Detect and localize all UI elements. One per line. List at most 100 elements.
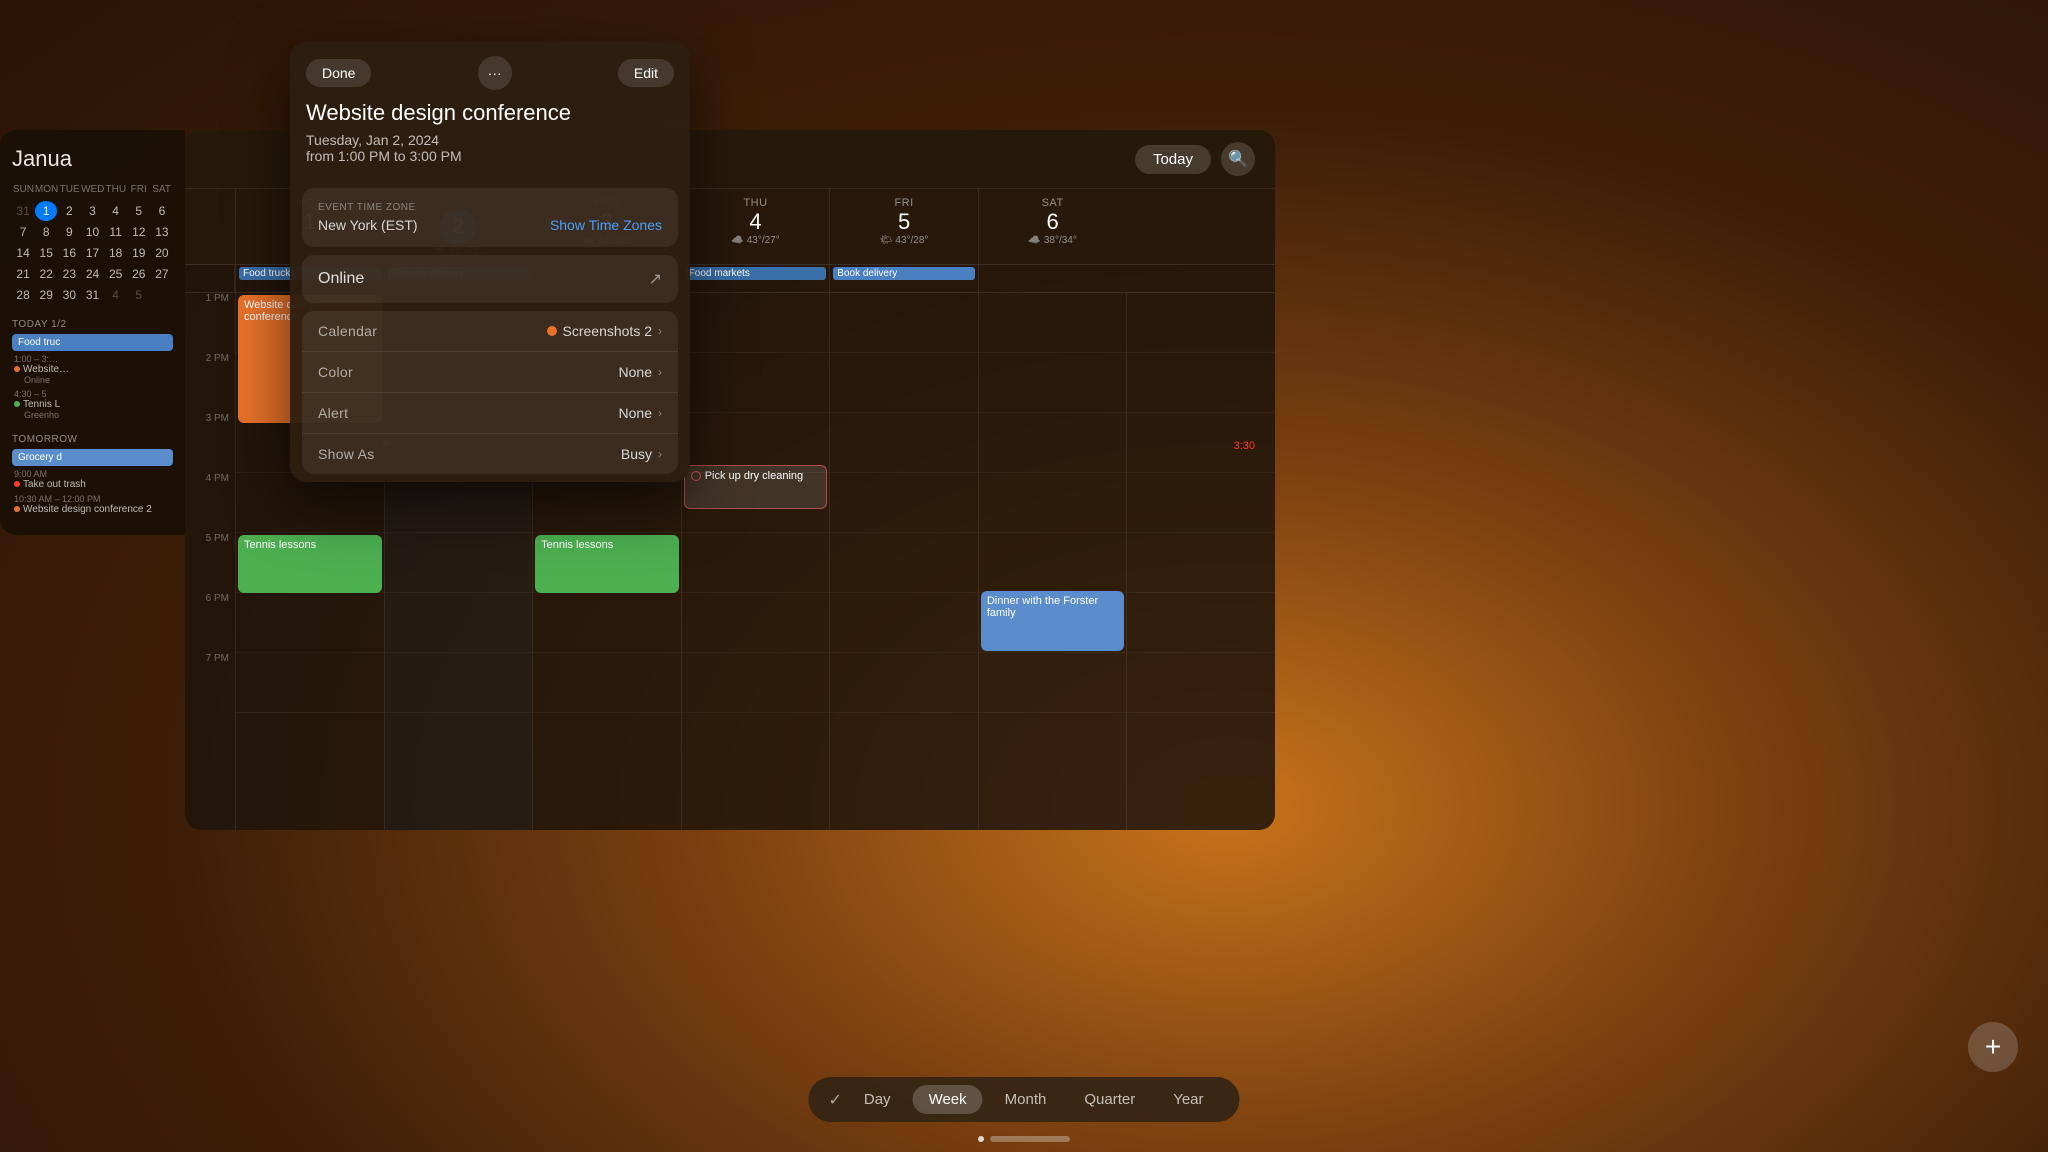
popup-calendar-value: Screenshots 2 › [547, 323, 663, 339]
allday-label [185, 265, 235, 292]
weather-thu: ☁️ 43°/27° [688, 235, 824, 246]
popup-color-row[interactable]: Color None › [302, 352, 678, 393]
mini-cal-day[interactable]: 8 [35, 222, 57, 242]
popup-alert-label: Alert [318, 405, 348, 421]
mini-cal-day[interactable]: 26 [128, 264, 150, 284]
dow-mon: MON [35, 182, 58, 197]
allday-cell-thu: Food markets [681, 265, 830, 292]
mini-cal-day[interactable]: 10 [81, 222, 103, 242]
mini-cal-day[interactable]: 4 [105, 285, 127, 305]
event-dinner-forster[interactable]: Dinner with the Forster family [981, 591, 1125, 651]
popup-edit-button[interactable]: Edit [618, 59, 674, 87]
popup-location-text: Online [318, 270, 364, 288]
chevron-right-icon: › [658, 365, 662, 379]
mini-cal-day[interactable]: 5 [128, 201, 150, 221]
view-day-button[interactable]: Day [848, 1085, 907, 1114]
popup-color-label: Color [318, 364, 353, 380]
day-header-fri[interactable]: FRI 5 🌤 43°/28° [829, 189, 978, 264]
mini-cal-day-today[interactable]: 1 [35, 201, 57, 221]
sidebar-event-website[interactable]: 1:00 – 3:… Website… Online [12, 354, 173, 385]
event-tennis-mon[interactable]: Tennis lessons [238, 535, 382, 593]
chevron-right-icon: › [658, 447, 662, 461]
event-dry-cleaning[interactable]: Pick up dry cleaning [684, 465, 828, 509]
event-time: 4:30 – 5 [14, 389, 173, 399]
current-time-label: 3:30 [1234, 440, 1255, 452]
chevron-right-icon: › [658, 324, 662, 338]
event-title: Tennis lessons [541, 539, 673, 551]
mini-cal-day[interactable]: 12 [128, 222, 150, 242]
day-name-thu: THU [688, 197, 824, 209]
sidebar-event-conference2[interactable]: 10:30 AM – 12:00 PM Website design confe… [12, 494, 173, 515]
scroll-dot-active [978, 1136, 984, 1142]
search-button[interactable]: 🔍 [1221, 142, 1255, 176]
day-header-sat[interactable]: SAT 6 ☁️ 38°/34° [978, 189, 1127, 264]
check-icon: ✓ [828, 1090, 841, 1110]
add-event-button[interactable]: + [1968, 1022, 2018, 1072]
weather-sat: ☁️ 38°/34° [985, 235, 1121, 246]
popup-show-as-text: Busy [621, 446, 652, 462]
popup-location-section[interactable]: Online ↗ [302, 255, 678, 303]
sidebar-event-trash[interactable]: 9:00 AM Take out trash [12, 469, 173, 490]
today-label: TODAY 1/2 [12, 319, 173, 330]
mini-cal-day[interactable]: 31 [12, 201, 34, 221]
popup-tz-label-small: EVENT TIME ZONE [318, 202, 662, 213]
mini-cal-day[interactable]: 22 [35, 264, 57, 284]
mini-cal-day[interactable]: 19 [128, 243, 150, 263]
popup-more-button[interactable]: ··· [478, 56, 512, 90]
popup-done-button[interactable]: Done [306, 59, 371, 87]
mini-cal-day[interactable]: 25 [105, 264, 127, 284]
mini-cal-day[interactable]: 6 [151, 201, 173, 221]
popup-event-title: Website design conference [290, 100, 690, 132]
mini-cal-day[interactable]: 23 [58, 264, 80, 284]
mini-cal-day[interactable]: 9 [58, 222, 80, 242]
mini-cal-day[interactable]: 30 [58, 285, 80, 305]
popup-location-arrow-icon: ↗ [649, 269, 662, 289]
sidebar-event-grocery[interactable]: Grocery d [12, 449, 173, 466]
view-quarter-button[interactable]: Quarter [1068, 1085, 1151, 1114]
today-button[interactable]: Today [1135, 145, 1211, 174]
event-tennis-wed[interactable]: Tennis lessons [535, 535, 679, 593]
view-month-button[interactable]: Month [989, 1085, 1063, 1114]
mini-cal-day[interactable]: 20 [151, 243, 173, 263]
allday-food-markets[interactable]: Food markets [685, 267, 827, 280]
dow-wed: WED [81, 182, 104, 197]
mini-cal-day[interactable]: 18 [105, 243, 127, 263]
dow-tue: TUE [58, 182, 81, 197]
mini-cal-day[interactable]: 5 [128, 285, 150, 305]
event-title: Tennis lessons [244, 539, 376, 551]
mini-cal-day[interactable]: 7 [12, 222, 34, 242]
day-header-thu[interactable]: THU 4 ☁️ 43°/27° [681, 189, 830, 264]
mini-cal-day[interactable]: 11 [105, 222, 127, 242]
view-week-button[interactable]: Week [913, 1085, 983, 1114]
mini-cal-day[interactable]: 31 [81, 285, 103, 305]
time-line [236, 593, 384, 653]
mini-cal-day[interactable]: 17 [81, 243, 103, 263]
event-title: Take out trash [14, 479, 173, 490]
mini-cal-day[interactable]: 15 [35, 243, 57, 263]
sidebar: Janua SUN MON TUE WED THU FRI SAT 31 1 2… [0, 130, 185, 535]
sidebar-event-food-trucks[interactable]: Food truc [12, 334, 173, 351]
mini-cal-day[interactable]: 4 [105, 201, 127, 221]
popup-show-tz-button[interactable]: Show Time Zones [550, 217, 662, 233]
day-name-fri: FRI [836, 197, 972, 209]
popup-alert-row[interactable]: Alert None › [302, 393, 678, 434]
popup-show-as-row[interactable]: Show As Busy › [302, 434, 678, 474]
sidebar-event-tennis[interactable]: 4:30 – 5 Tennis L Greenho [12, 389, 173, 420]
popup-calendar-row[interactable]: Calendar Screenshots 2 › [302, 311, 678, 352]
mini-cal-day[interactable]: 13 [151, 222, 173, 242]
mini-cal-day[interactable]: 14 [12, 243, 34, 263]
view-year-button[interactable]: Year [1157, 1085, 1219, 1114]
mini-cal-day[interactable]: 3 [81, 201, 103, 221]
mini-cal-day[interactable]: 29 [35, 285, 57, 305]
mini-cal-day[interactable]: 27 [151, 264, 173, 284]
allday-book-delivery[interactable]: Book delivery [833, 267, 975, 280]
mini-cal-day[interactable]: 28 [12, 285, 34, 305]
mini-cal-day[interactable]: 16 [58, 243, 80, 263]
mini-cal-day[interactable]: 2 [58, 201, 80, 221]
popup-calendar-label: Calendar [318, 323, 377, 339]
mini-cal-day[interactable]: 21 [12, 264, 34, 284]
time-line [236, 473, 384, 533]
day-col-extra [1126, 293, 1275, 830]
event-title: Pick up dry cleaning [705, 470, 803, 482]
mini-cal-day[interactable]: 24 [81, 264, 103, 284]
